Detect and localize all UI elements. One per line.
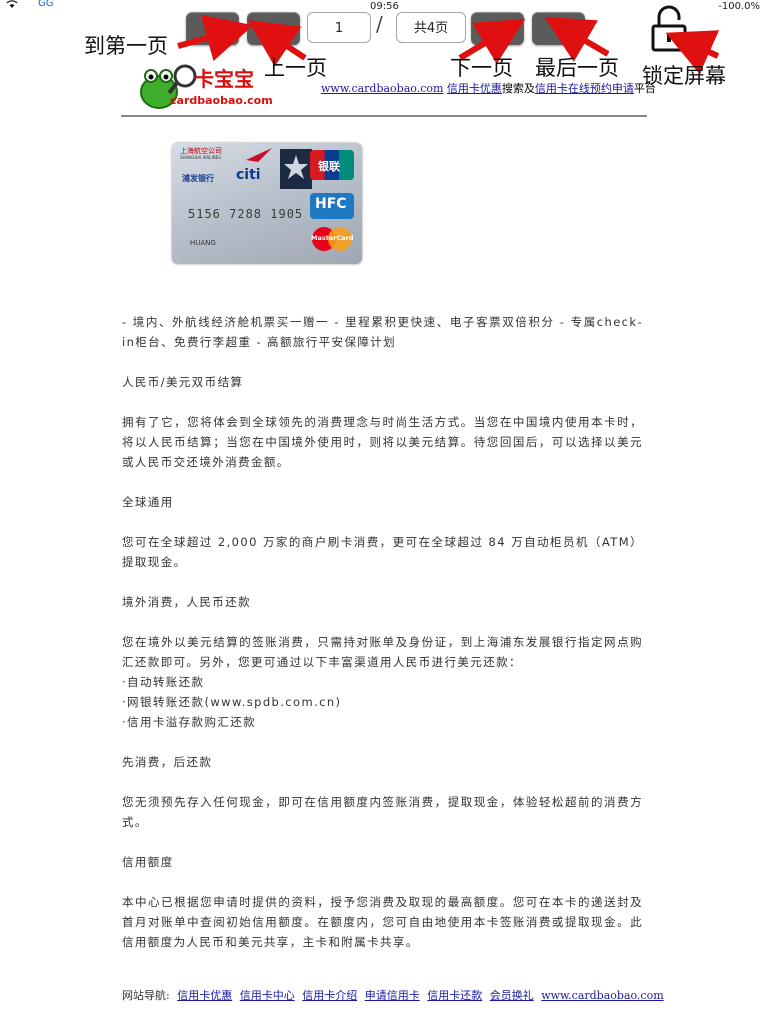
- section-heading: 境外消费，人民币还款: [122, 595, 251, 609]
- card-airline-en: SHANGHAI AIRLINES: [180, 155, 221, 160]
- paragraph: 您在境外以美元结算的签账消费，只需持对账单及身份证，到上海浦东发展银行指定网点购…: [122, 635, 643, 669]
- logo-url: cardbaobao.com: [170, 94, 273, 107]
- lock-screen-button[interactable]: [647, 4, 691, 52]
- chevron-right-icon: ›: [493, 18, 502, 39]
- article-body: - 境内、外航线经济舱机票买一赠一 - 里程累积更快速、电子客票双倍积分 - 专…: [122, 312, 643, 952]
- logo-text: 卡宝宝: [194, 67, 254, 91]
- annotation-first: 到第一页: [84, 34, 168, 58]
- annotation-prev: 上一页: [264, 56, 327, 80]
- star-emblem-icon: [280, 149, 312, 189]
- header-text-mid: 搜索及: [501, 82, 535, 95]
- clock: 09:56: [370, 1, 399, 12]
- wifi-icon: [6, 0, 18, 12]
- citi-logo: citi: [236, 167, 261, 183]
- battery-level: -100.0%: [718, 1, 760, 12]
- unionpay-logo: 银联: [310, 150, 354, 180]
- annotation-last: 最后一页: [535, 56, 619, 80]
- paragraph: 您可在全球超过 2,000 万家的商户刷卡消费，更可在全球超过 84 万自动柜员…: [122, 535, 643, 569]
- paragraph: 拥有了它，您将体会到全球领先的消费理念与时尚生活方式。当您在中国境内使用本卡时，…: [122, 415, 643, 469]
- last-page-button[interactable]: »: [532, 12, 585, 45]
- footer-link[interactable]: 信用卡还款: [427, 989, 482, 1002]
- double-chevron-right-icon: »: [552, 18, 565, 39]
- footer-label: 网站导航:: [122, 989, 170, 1002]
- page-separator: /: [376, 12, 383, 36]
- footer-nav: 网站导航: 信用卡优惠 信用卡中心 信用卡介绍 申请信用卡 信用卡还款 会员换礼…: [122, 987, 664, 1003]
- benefits-text: - 境内、外航线经济舱机票买一赠一 - 里程累积更快速、电子客票双倍积分 - 专…: [122, 315, 643, 349]
- credit-card-image: 上海航空公司 SHANGHAI AIRLINES 浦发银行 citi 银联 HF…: [172, 143, 362, 264]
- footer-link[interactable]: www.cardbaobao.com: [541, 989, 663, 1002]
- annotation-next: 下一页: [450, 56, 513, 80]
- section-heading: 人民币/美元双币结算: [122, 375, 244, 389]
- header-divider: [121, 115, 647, 117]
- mastercard-logo: MasterCard: [310, 225, 354, 253]
- footer-link[interactable]: 信用卡中心: [240, 989, 295, 1002]
- header-links: www.cardbaobao.com 信用卡优惠搜索及信用卡在线预约申请平台: [321, 80, 656, 96]
- carrier-label: GG: [38, 0, 54, 9]
- paragraph: 本中心已根据您申请时提供的资料，授予您消费及取现的最高额度。您可在本卡的递送封及…: [122, 895, 643, 949]
- header-text-end: 平台: [633, 82, 656, 95]
- airline-logo-icon: [246, 148, 272, 162]
- section-heading: 信用额度: [122, 855, 174, 869]
- lock-icon: [651, 5, 687, 52]
- section-heading: 全球通用: [122, 495, 174, 509]
- card-number: 5156 7288 1905: [188, 207, 304, 221]
- promo-link[interactable]: 信用卡优惠: [447, 82, 502, 95]
- footer-link[interactable]: 信用卡优惠: [177, 989, 232, 1002]
- first-page-button[interactable]: «: [186, 12, 239, 45]
- list-item: ·自动转账还款: [122, 675, 205, 689]
- total-pages: 共4页: [396, 12, 466, 43]
- footer-link[interactable]: 申请信用卡: [365, 989, 420, 1002]
- site-link[interactable]: www.cardbaobao.com: [321, 82, 443, 95]
- hfc-logo: HFC: [310, 193, 354, 219]
- section-heading: 先消费，后还款: [122, 755, 213, 769]
- chevron-left-icon: ‹: [269, 18, 278, 39]
- footer-link[interactable]: 会员换礼: [490, 989, 534, 1002]
- list-item: ·信用卡溢存款购汇还款: [122, 715, 257, 729]
- apply-link[interactable]: 信用卡在线预约申请: [535, 82, 634, 95]
- footer-link[interactable]: 信用卡介绍: [302, 989, 357, 1002]
- next-page-button[interactable]: ›: [471, 12, 524, 45]
- double-chevron-left-icon: «: [206, 18, 219, 39]
- page-number-input[interactable]: 1: [307, 12, 371, 43]
- card-holder: HUANG: [190, 239, 216, 247]
- list-item: ·网银转账还款(www.spdb.com.cn): [122, 695, 342, 709]
- spdb-logo: 浦发银行: [182, 174, 214, 183]
- paragraph: 您无须预先存入任何现金，即可在信用额度内签账消费，提取现金，体验轻松超前的消费方…: [122, 795, 643, 829]
- prev-page-button[interactable]: ‹: [247, 12, 300, 45]
